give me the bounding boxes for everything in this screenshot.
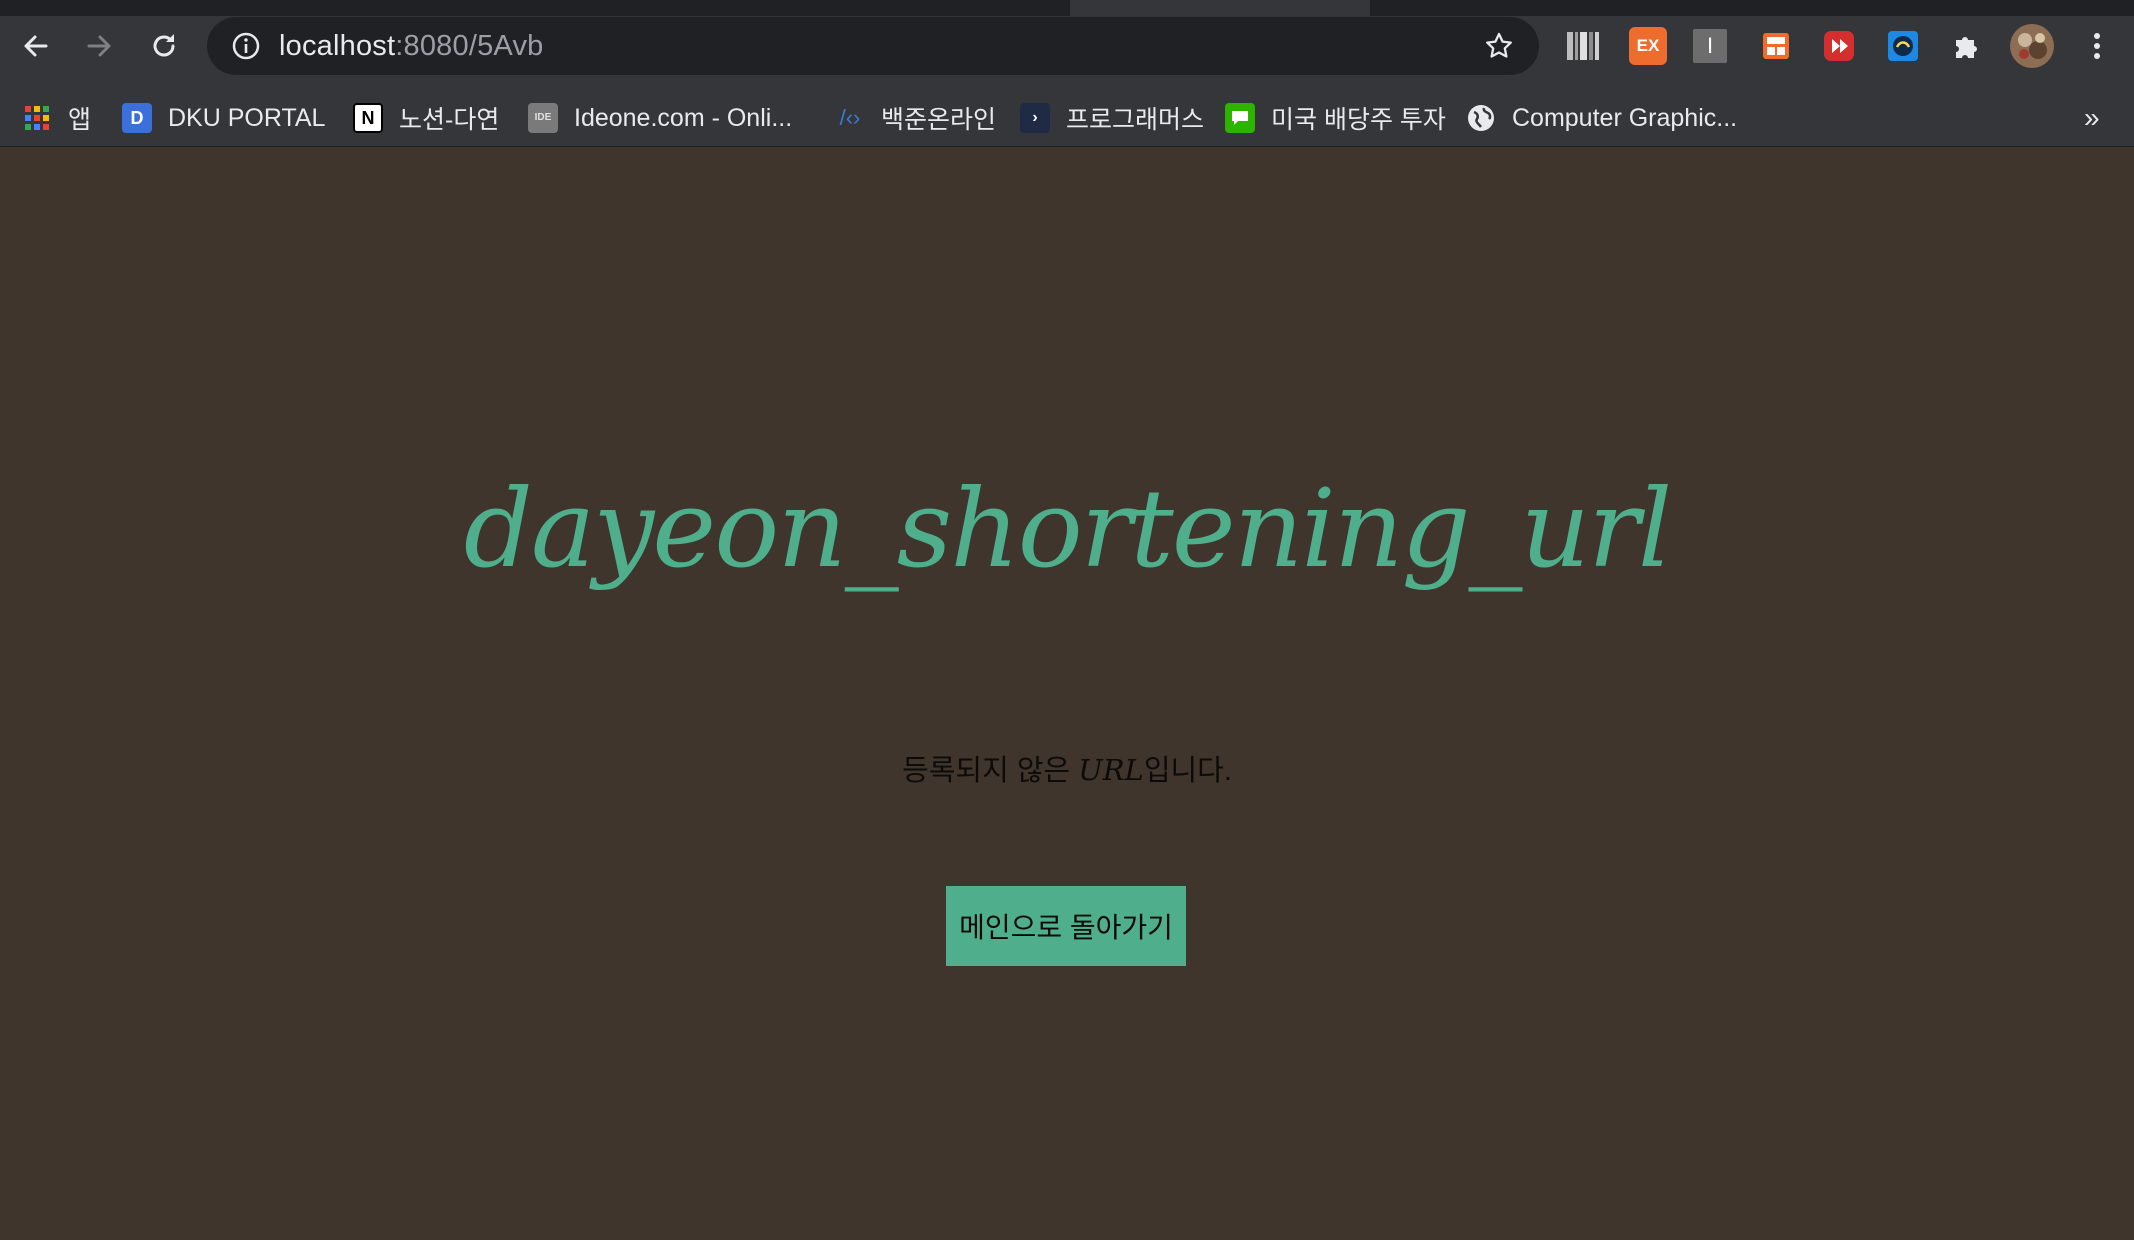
blue-extension-icon[interactable] — [1884, 27, 1922, 65]
i-extension-icon[interactable]: I — [1693, 29, 1727, 63]
ideone-icon: IDE — [528, 103, 558, 133]
bookmark-star-icon[interactable] — [1481, 28, 1517, 64]
reload-icon — [153, 34, 175, 57]
message-suffix: 입니다. — [1143, 755, 1232, 787]
bookmark-baekjoon[interactable]: /‹› 백준온라인 — [835, 96, 996, 140]
message-prefix: 등록되지 않은 — [902, 755, 1079, 787]
red-extension-icon[interactable] — [1820, 27, 1858, 65]
ex-extension-icon[interactable]: EX — [1629, 27, 1667, 65]
address-url[interactable]: localhost:8080/5Avb — [279, 30, 543, 63]
bookmark-ideone[interactable]: IDE Ideone.com - Onli... — [528, 96, 792, 140]
address-bar[interactable]: localhost:8080/5Avb — [207, 17, 1539, 75]
globe-icon — [1466, 103, 1496, 133]
chat-bubble-icon — [1225, 103, 1255, 133]
bookmark-dividend[interactable]: 미국 배당주 투자 — [1225, 96, 1446, 140]
puzzle-icon[interactable] — [1948, 27, 1986, 65]
bookmark-computer-graphics[interactable]: Computer Graphic... — [1466, 96, 1737, 140]
active-tab-edge[interactable] — [1070, 0, 1370, 16]
bookmark-label: 노션-다연 — [399, 106, 500, 134]
programmers-icon: › — [1020, 103, 1050, 133]
message-url-word: URL — [1078, 753, 1144, 787]
forward-button[interactable] — [79, 26, 119, 66]
bookmark-notion[interactable]: N 노션-다연 — [353, 96, 499, 140]
bookmark-label: Ideone.com - Onli... — [574, 103, 793, 132]
bookmark-label: 프로그래머스 — [1066, 106, 1205, 134]
site-info-icon[interactable] — [229, 29, 263, 63]
forward-arrow-icon — [87, 35, 111, 57]
bookmark-label: 백준온라인 — [881, 106, 997, 134]
notion-icon: N — [353, 103, 383, 133]
bookmark-programmers[interactable]: › 프로그래머스 — [1020, 96, 1204, 140]
baekjoon-icon: /‹› — [839, 105, 861, 130]
page-title: dayeon_shortening_url — [463, 467, 1673, 592]
address-path: :8080/5Avb — [395, 29, 544, 62]
apps-grid-icon — [22, 103, 52, 133]
ex-extension-label: EX — [1636, 36, 1660, 55]
bookmarks-bar: 앱 D DKU PORTAL N 노션-다연 IDE Ideone.com - … — [0, 92, 2134, 147]
dku-portal-icon: D — [122, 103, 152, 133]
bookmark-label: Computer Graphic... — [1512, 103, 1738, 132]
bookmark-label: 미국 배당주 투자 — [1271, 106, 1446, 134]
back-arrow-icon — [24, 35, 48, 57]
bookmarks-overflow-button[interactable]: » — [2084, 96, 2100, 140]
barcode-extension-icon[interactable] — [1564, 27, 1602, 65]
back-to-main-button[interactable]: 메인으로 돌아가기 — [946, 886, 1186, 966]
browser-toolbar: localhost:8080/5Avb EX I — [0, 0, 2134, 92]
bookmark-dku-portal[interactable]: D DKU PORTAL — [122, 96, 325, 140]
profile-avatar[interactable] — [2010, 24, 2054, 68]
bookmark-label: DKU PORTAL — [168, 103, 326, 132]
reload-button[interactable] — [144, 26, 184, 66]
menu-dots-icon[interactable] — [2078, 27, 2116, 65]
back-button[interactable] — [16, 26, 56, 66]
bookmarks-overflow-label: » — [2084, 102, 2100, 133]
page-content: dayeon_shortening_url 등록되지 않은 URL입니다. 메인… — [0, 147, 2134, 1240]
address-host: localhost — [279, 29, 396, 62]
bookmark-apps[interactable]: 앱 — [22, 96, 91, 140]
tab-strip — [0, 0, 2134, 16]
bookmark-label: 앱 — [68, 106, 92, 134]
i-extension-label: I — [1706, 33, 1714, 58]
layout-extension-icon[interactable] — [1757, 27, 1795, 65]
not-registered-message: 등록되지 않은 URL입니다. — [0, 747, 2134, 789]
